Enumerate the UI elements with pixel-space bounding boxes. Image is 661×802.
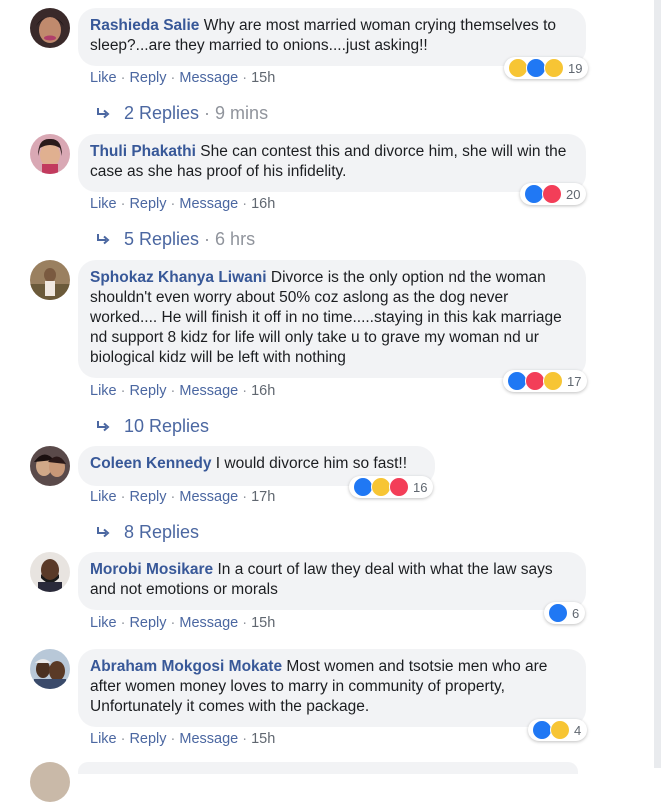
reply-arrow-icon [96,229,112,250]
comment-actions: Like · Reply · Message · 16h [90,196,276,212]
like-reaction-icon [532,720,552,740]
comment-author[interactable]: Morobi Mosikare [90,561,213,578]
reply-arrow-icon [96,522,112,543]
reaction-summary[interactable]: 17 [503,370,588,392]
reply-link[interactable]: Reply [129,731,166,747]
reply-arrow-icon [96,103,112,124]
reply-link[interactable]: Reply [129,383,166,399]
message-link[interactable]: Message [179,731,238,747]
love-reaction-icon [389,477,409,497]
replies-count[interactable]: 10 Replies [124,416,209,436]
comment-author[interactable]: Sphokaz Khanya Liwani [90,269,267,286]
view-replies-link[interactable]: 5 Replies · 6 hrs [96,229,255,250]
comment-timestamp[interactable]: 15h [251,70,275,86]
comment-timestamp[interactable]: 16h [251,383,275,399]
reaction-count: 19 [568,60,583,76]
love-reaction-icon [525,371,545,391]
comment-actions: Like · Reply · Message · 17h [90,489,276,505]
avatar[interactable] [30,762,70,802]
replies-count[interactable]: 2 Replies [124,103,199,123]
avatar[interactable] [30,446,70,486]
reply-link[interactable]: Reply [129,70,166,86]
replies-count[interactable]: 5 Replies [124,229,199,249]
reaction-summary[interactable]: 19 [504,57,589,79]
sad-reaction-icon [550,720,570,740]
like-reaction-icon [548,603,568,623]
comment-bubble: Sphokaz Khanya Liwani Divorce is the onl… [78,260,586,378]
comment-author[interactable]: Coleen Kennedy [90,455,211,472]
haha-reaction-icon [371,477,391,497]
like-reaction-icon [524,184,544,204]
avatar[interactable] [30,8,70,48]
message-link[interactable]: Message [179,196,238,212]
message-link[interactable]: Message [179,383,238,399]
like-link[interactable]: Like [90,731,117,747]
reaction-count: 6 [572,605,580,621]
reaction-summary[interactable]: 20 [520,183,587,205]
reply-arrow-icon [96,416,112,437]
comment-author[interactable]: Thuli Phakathi [90,143,196,160]
reaction-summary[interactable]: 4 [528,719,588,741]
message-link[interactable]: Message [179,70,238,86]
avatar[interactable] [30,134,70,174]
reply-link[interactable]: Reply [129,615,166,631]
wow-reaction-icon [543,371,563,391]
comment-bubble [78,762,578,774]
reaction-count: 17 [567,373,582,389]
comment-bubble: Thuli Phakathi She can contest this and … [78,134,586,192]
replies-time: 6 hrs [215,229,256,249]
comment-author[interactable]: Rashieda Salie [90,17,199,34]
like-link[interactable]: Like [90,383,117,399]
haha-reaction-icon [508,58,528,78]
replies-time: 9 mins [215,103,269,123]
view-replies-link[interactable]: 8 Replies [96,522,199,543]
view-replies-link[interactable]: 2 Replies · 9 mins [96,103,268,124]
replies-count[interactable]: 8 Replies [124,522,199,542]
comment-author[interactable]: Abraham Mokgosi Mokate [90,658,282,675]
love-reaction-icon [542,184,562,204]
right-edge-bar [654,0,661,768]
wow-reaction-icon [544,58,564,78]
avatar[interactable] [30,649,70,689]
like-reaction-icon [526,58,546,78]
reply-link[interactable]: Reply [129,196,166,212]
comment-text: I would divorce him so fast!! [215,455,408,472]
reaction-summary[interactable]: 6 [544,602,586,624]
comment-timestamp[interactable]: 17h [251,489,275,505]
view-replies-link[interactable]: 10 Replies [96,416,209,437]
reaction-count: 20 [566,186,581,202]
like-link[interactable]: Like [90,70,117,86]
reaction-summary[interactable]: 16 [349,476,434,498]
comment-bubble: Abraham Mokgosi Mokate Most women and ts… [78,649,586,727]
like-reaction-icon [353,477,373,497]
comment-actions: Like · Reply · Message · 15h [90,70,276,86]
message-link[interactable]: Message [179,489,238,505]
like-link[interactable]: Like [90,196,117,212]
comment-actions: Like · Reply · Message · 16h [90,383,276,399]
comment-timestamp[interactable]: 15h [251,731,275,747]
message-link[interactable]: Message [179,615,238,631]
like-link[interactable]: Like [90,615,117,631]
reaction-count: 4 [574,722,582,738]
reaction-count: 16 [413,479,428,495]
like-reaction-icon [507,371,527,391]
avatar[interactable] [30,260,70,300]
comment-actions: Like · Reply · Message · 15h [90,615,276,631]
like-link[interactable]: Like [90,489,117,505]
reply-link[interactable]: Reply [129,489,166,505]
comment-timestamp[interactable]: 15h [251,615,275,631]
comment-actions: Like · Reply · Message · 15h [90,731,276,747]
comment-timestamp[interactable]: 16h [251,196,275,212]
avatar[interactable] [30,552,70,592]
comment-bubble: Morobi Mosikare In a court of law they d… [78,552,586,610]
